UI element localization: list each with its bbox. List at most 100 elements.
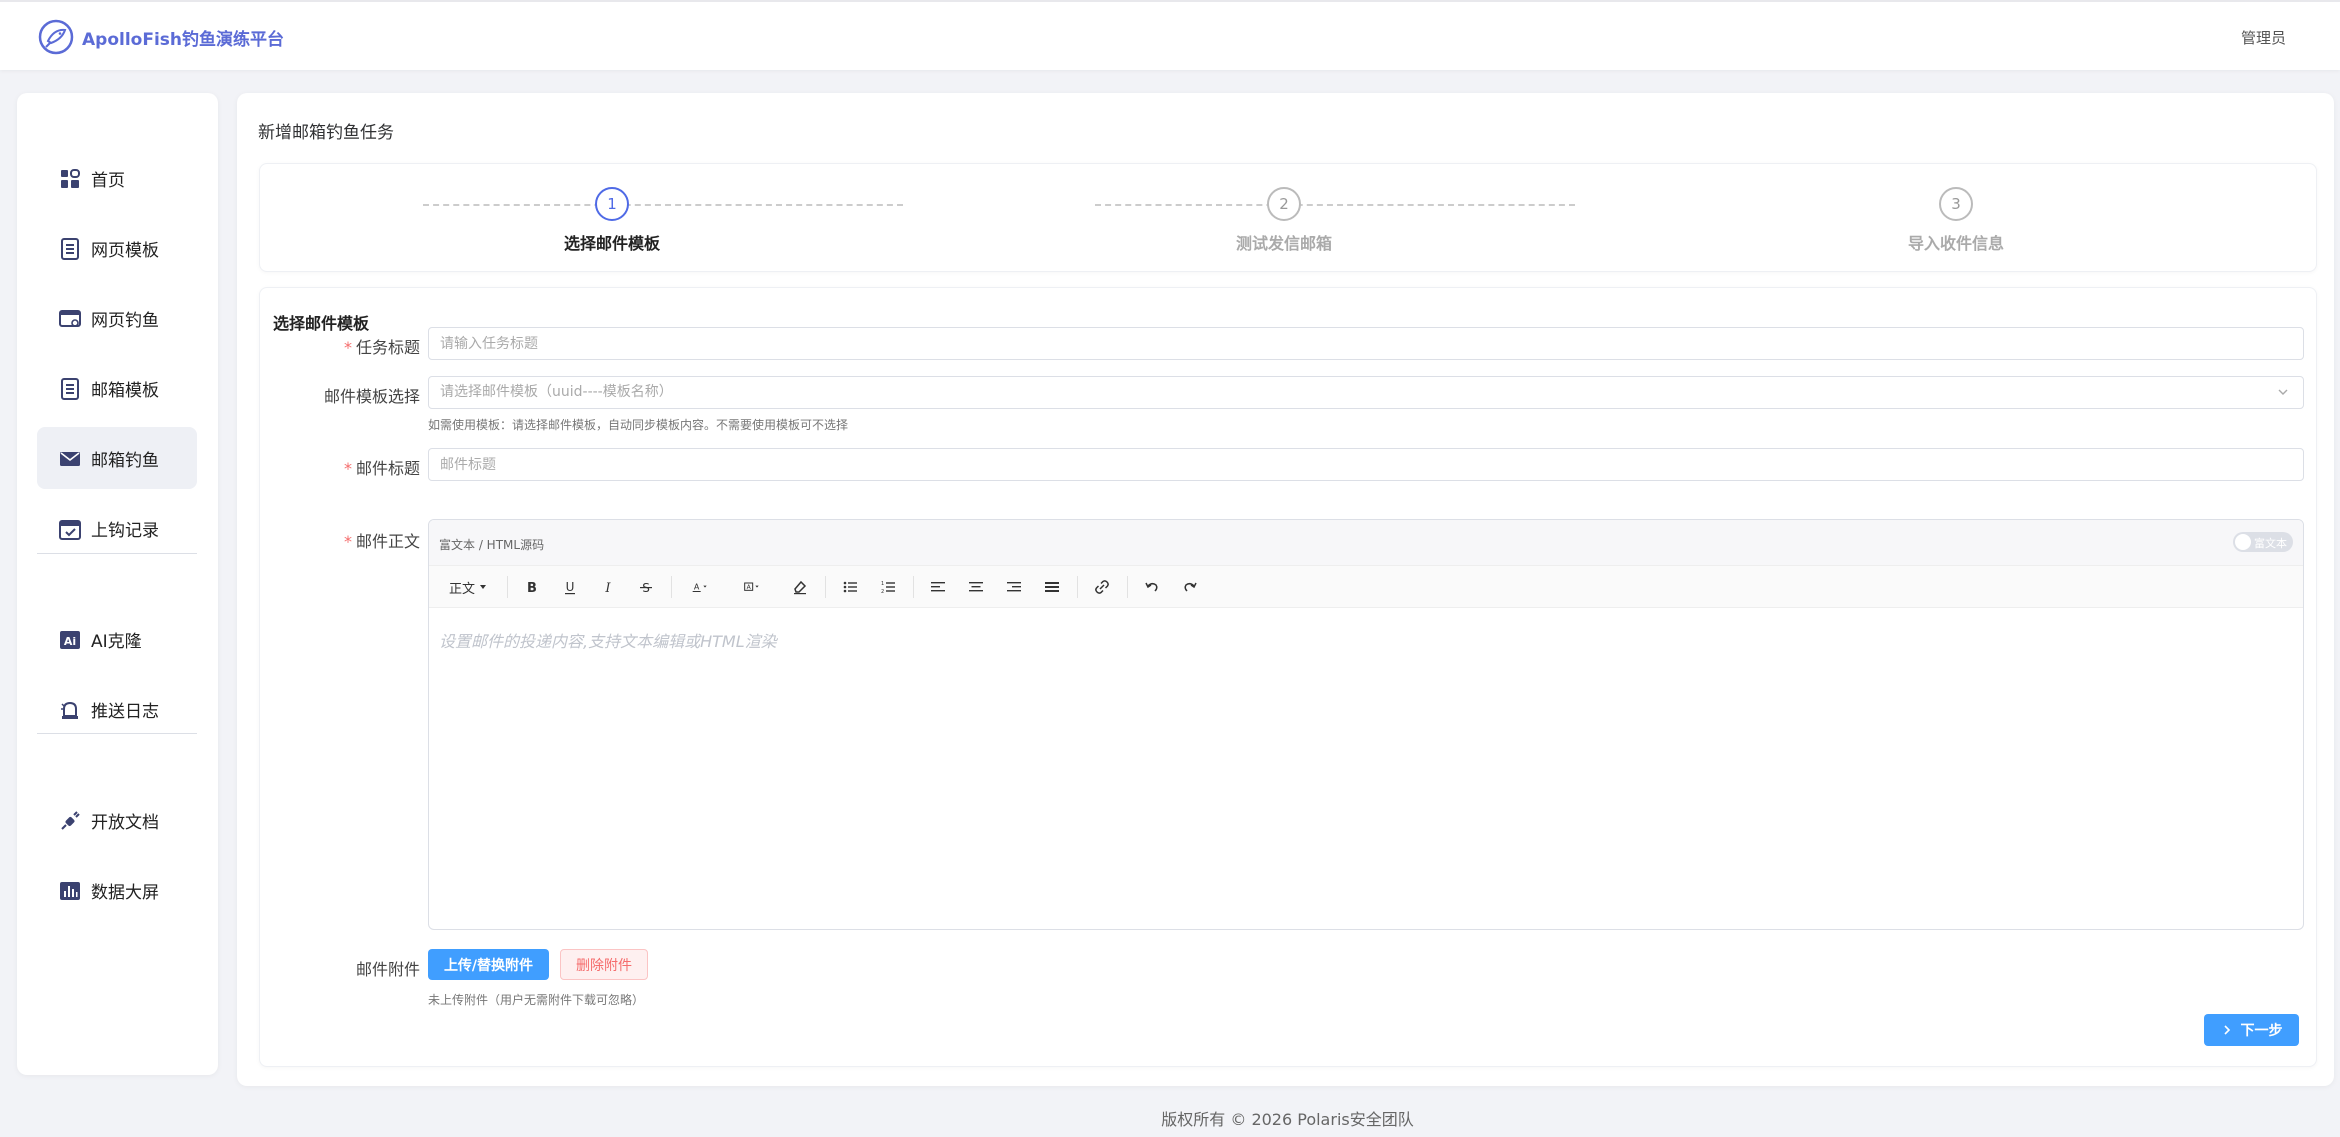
- link-icon: [1095, 580, 1109, 594]
- font-color-icon: A: [692, 583, 707, 592]
- clear-format-button[interactable]: [789, 576, 811, 598]
- sidebar-item-label: 推送日志: [91, 701, 159, 722]
- sidebar-item-label: 数据大屏: [91, 882, 159, 903]
- task-title-input[interactable]: [428, 327, 2304, 360]
- redo-icon: [1184, 582, 1197, 592]
- subject-input[interactable]: [428, 448, 2304, 481]
- sidebar-item-push-log[interactable]: 推送日志: [37, 678, 197, 740]
- sidebar-item-home[interactable]: 首页: [37, 147, 197, 209]
- sidebar-item-label: 网页钓鱼: [91, 310, 159, 331]
- redo-button[interactable]: [1179, 576, 1201, 598]
- insert-link-button[interactable]: [1091, 576, 1113, 598]
- paragraph-format-dropdown[interactable]: 正文: [447, 576, 489, 598]
- editor-mode-toggle[interactable]: 富文本: [2233, 532, 2293, 552]
- svg-text:U: U: [566, 580, 575, 594]
- background-color-button[interactable]: A: [737, 576, 767, 598]
- step-number: 3: [1939, 187, 1973, 221]
- step-2: 2 测试发信邮箱: [1164, 164, 1404, 273]
- brand[interactable]: ApolloFish钓鱼演练平台: [38, 19, 284, 55]
- svg-text:Ai: Ai: [64, 635, 76, 648]
- body-label: * 邮件正文: [260, 528, 420, 552]
- sidebar-divider: [37, 733, 197, 734]
- undo-icon: [1145, 582, 1158, 592]
- step-label: 导入收件信息: [1907, 234, 2004, 253]
- sidebar-item-web-phishing[interactable]: 网页钓鱼: [37, 287, 197, 349]
- sidebar-divider: [37, 553, 197, 554]
- next-step-button[interactable]: 下一步: [2204, 1014, 2299, 1046]
- toolbar-separator: [671, 576, 672, 598]
- sidebar-item-mail-template[interactable]: 邮箱模板: [37, 357, 197, 419]
- step-1: 1 选择邮件模板: [492, 164, 732, 273]
- sidebar-item-label: 首页: [91, 170, 125, 191]
- plug-icon: [61, 811, 80, 830]
- step-3: 3 导入收件信息: [1836, 164, 2076, 273]
- align-justify-button[interactable]: [1041, 576, 1063, 598]
- ai-icon: Ai: [60, 631, 80, 649]
- svg-text:B: B: [527, 581, 537, 595]
- sidebar-item-open-docs[interactable]: 开放文档: [37, 789, 197, 851]
- bullet-list-icon: [843, 581, 857, 593]
- toolbar-separator: [913, 576, 914, 598]
- italic-icon: I: [604, 581, 611, 595]
- list-document-icon: [61, 378, 79, 400]
- task-title-label-text: 任务标题: [355, 338, 420, 357]
- user-menu[interactable]: 管理员: [2241, 27, 2286, 48]
- template-select-placeholder: 请选择邮件模板（uuid----模板名称）: [440, 384, 673, 400]
- chevron-right-icon: [2223, 1025, 2230, 1035]
- eraser-icon: [794, 580, 807, 595]
- underline-button[interactable]: U: [559, 576, 581, 598]
- sidebar-item-data-screen[interactable]: 数据大屏: [37, 859, 197, 921]
- calendar-check-icon: [59, 520, 81, 540]
- sidebar-item-hook-records[interactable]: 上钩记录: [37, 497, 197, 559]
- page-title: 新增邮箱钓鱼任务: [258, 123, 394, 143]
- steps-card: 1 选择邮件模板 2 测试发信邮箱 3 导入收件信息: [259, 163, 2317, 272]
- strikethrough-button[interactable]: S: [635, 576, 657, 598]
- bullet-list-button[interactable]: [839, 576, 861, 598]
- subject-label: * 邮件标题: [260, 455, 420, 479]
- bold-button[interactable]: B: [521, 576, 543, 598]
- body-label-text: 邮件正文: [355, 532, 420, 551]
- attachment-hint: 未上传附件（用户无需附件下载可忽略）: [428, 993, 645, 1007]
- subject-label-text: 邮件标题: [355, 459, 420, 478]
- underline-icon: U: [565, 580, 575, 595]
- numbered-list-button[interactable]: 12: [877, 576, 899, 598]
- main-panel: 新增邮箱钓鱼任务 1 选择邮件模板 2 测试发信邮箱 3 导入收件信息 选择邮件…: [237, 93, 2334, 1086]
- align-justify-icon: [1045, 582, 1059, 592]
- upload-attachment-button[interactable]: 上传/替换附件: [428, 949, 549, 980]
- italic-button[interactable]: I: [597, 576, 619, 598]
- brand-title: ApolloFish钓鱼演练平台: [82, 29, 284, 50]
- sidebar-item-web-template[interactable]: 网页模板: [37, 217, 197, 279]
- sidebar-item-mail-phishing[interactable]: 邮箱钓鱼: [37, 427, 197, 489]
- sidebar-item-label: 邮箱钓鱼: [91, 450, 159, 471]
- rich-text-editor: 富文本 / HTML源码 富文本 正文 B U I S A A: [428, 519, 2304, 930]
- undo-button[interactable]: [1141, 576, 1163, 598]
- section-title: 选择邮件模板: [273, 314, 370, 333]
- chart-icon: [60, 882, 80, 900]
- align-right-button[interactable]: [1003, 576, 1025, 598]
- svg-text:2: 2: [881, 589, 884, 595]
- font-color-button[interactable]: A: [685, 576, 715, 598]
- toolbar-separator: [825, 576, 826, 598]
- sidebar-item-label: 上钩记录: [91, 520, 159, 541]
- editor-content-area[interactable]: 设置邮件的投递内容,支持文本编辑或HTML渲染: [439, 628, 777, 652]
- bold-icon: B: [527, 581, 537, 595]
- align-center-button[interactable]: [965, 576, 987, 598]
- step-number: 1: [595, 187, 629, 221]
- svg-text:A: A: [694, 583, 700, 592]
- template-hint: 如需使用模板：请选择邮件模板，自动同步模板内容。不需要使用模板可不选择: [428, 418, 849, 432]
- step-number: 2: [1267, 187, 1301, 221]
- dashboard-icon: [61, 169, 80, 188]
- align-left-icon: [931, 582, 945, 592]
- sidebar-item-ai-clone[interactable]: Ai AI克隆: [37, 608, 197, 670]
- toolbar-separator: [507, 576, 508, 598]
- svg-text:I: I: [604, 581, 611, 595]
- template-select[interactable]: 请选择邮件模板（uuid----模板名称）: [428, 376, 2304, 409]
- required-mark: *: [343, 532, 352, 551]
- top-header: ApolloFish钓鱼演练平台 管理员: [0, 0, 2340, 70]
- required-mark: *: [343, 459, 352, 478]
- align-left-button[interactable]: [927, 576, 949, 598]
- delete-attachment-button[interactable]: 删除附件: [560, 949, 648, 980]
- editor-mode-label: 富文本 / HTML源码: [439, 538, 545, 552]
- template-select-label: 邮件模板选择: [323, 387, 420, 406]
- document-icon: [61, 238, 79, 260]
